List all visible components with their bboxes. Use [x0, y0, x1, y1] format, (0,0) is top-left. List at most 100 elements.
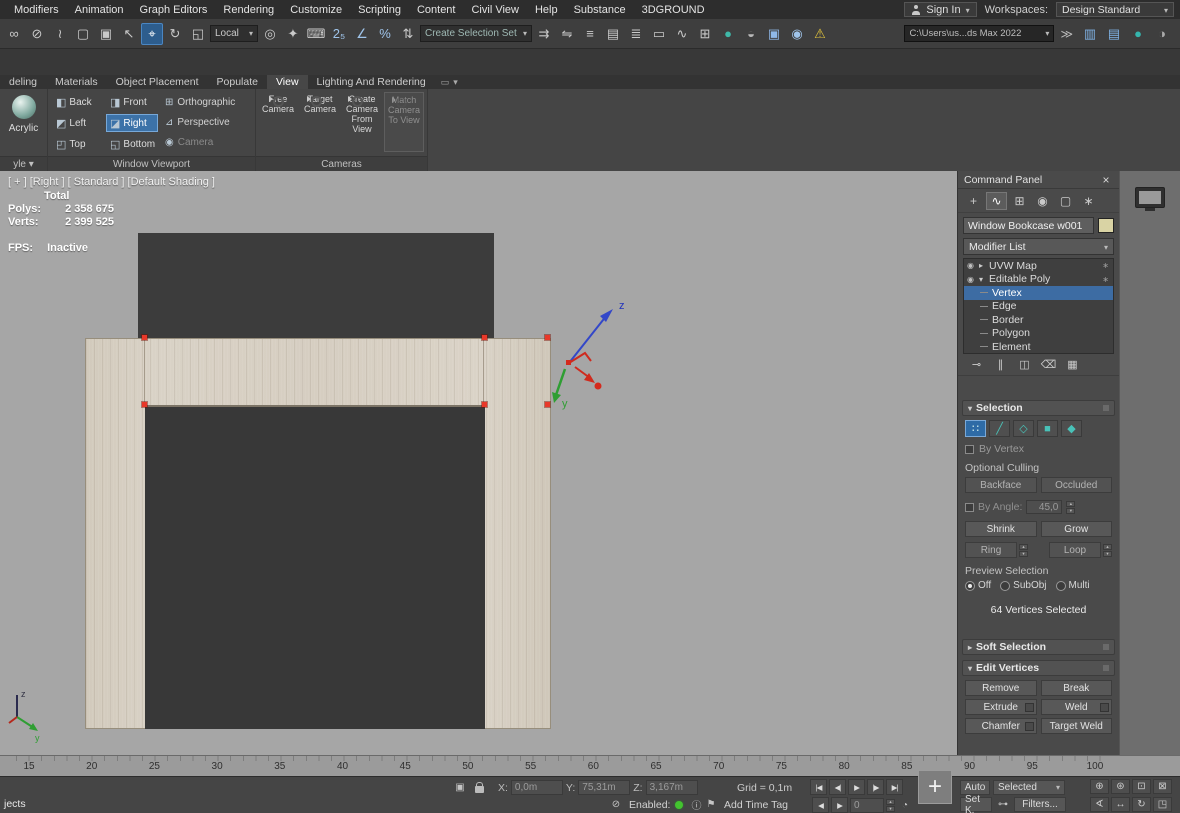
- modifier-stack-row[interactable]: Edge: [964, 300, 1113, 314]
- selected-vertex[interactable]: [482, 402, 487, 407]
- projection-option[interactable]: ◉ Camera: [165, 134, 235, 151]
- next-key-button[interactable]: ▶: [831, 797, 848, 813]
- toolbar-icon[interactable]: ▭: [648, 23, 670, 45]
- occluded-button[interactable]: Occluded: [1041, 477, 1113, 493]
- menu-item[interactable]: Modifiers: [6, 2, 67, 18]
- reference-coordinate-dropdown[interactable]: Local: [210, 25, 258, 42]
- edit-vertices-button[interactable]: Weld: [1041, 699, 1113, 715]
- command-panel-tab[interactable]: +: [963, 192, 984, 210]
- toolbar-icon[interactable]: ▥: [1079, 23, 1101, 45]
- toolbar-icon[interactable]: ↻: [164, 23, 186, 45]
- viewport-label[interactable]: [ + ] [Right ] [ Standard ] [Default Sha…: [8, 176, 215, 188]
- timeline-frame-label[interactable]: 95: [1019, 761, 1045, 772]
- viewport[interactable]: z y z y [ + ] [Right ] [ Standard ] [Def…: [0, 171, 957, 755]
- expander-icon[interactable]: ▸: [979, 261, 987, 270]
- modifier-list-dropdown[interactable]: Modifier List: [963, 238, 1114, 255]
- by-angle-spinner[interactable]: ▴▾: [1066, 501, 1075, 514]
- menu-item[interactable]: Scripting: [350, 2, 409, 18]
- toolbar-icon[interactable]: ●: [1127, 23, 1149, 45]
- projection-option[interactable]: ⊿ Perspective: [165, 114, 235, 131]
- modifier-stack-row[interactable]: Vertex: [964, 286, 1113, 300]
- timeline-frame-label[interactable]: 25: [141, 761, 167, 772]
- subobject-mode-button[interactable]: ∷: [965, 420, 986, 437]
- modifier-stack-row[interactable]: Polygon: [964, 327, 1113, 341]
- playback-button[interactable]: ▶|: [886, 779, 903, 795]
- modifier-stack-row[interactable]: Element: [964, 340, 1113, 354]
- toolbar-icon[interactable]: ⇅: [397, 23, 419, 45]
- by-angle-checkbox[interactable]: [965, 503, 974, 512]
- preview-selection-option[interactable]: Off: [965, 580, 991, 591]
- menu-item[interactable]: Graph Editors: [132, 2, 216, 18]
- command-panel-tab[interactable]: ◉: [1032, 192, 1053, 210]
- timeline-frame-label[interactable]: 60: [580, 761, 606, 772]
- toolbar-icon[interactable]: ✦: [282, 23, 304, 45]
- toolbar-icon[interactable]: ◒: [740, 23, 762, 45]
- set-keys-button[interactable]: +: [918, 770, 952, 804]
- view-direction-button[interactable]: ◱ Bottom: [106, 135, 158, 153]
- stack-tool-icon[interactable]: ▦: [1063, 357, 1082, 373]
- toolbar-icon[interactable]: ∠: [351, 23, 373, 45]
- timeline-frame-label[interactable]: 30: [204, 761, 230, 772]
- visibility-icon[interactable]: [967, 261, 977, 270]
- toolbar-icon[interactable]: ⊘: [26, 23, 48, 45]
- by-vertex-checkbox[interactable]: [965, 445, 974, 454]
- material-sphere-icon[interactable]: [12, 95, 36, 119]
- camera-tool-button[interactable]: Match Camera To View: [384, 92, 424, 152]
- coordinate-value-field[interactable]: 75,31m: [578, 780, 630, 795]
- ring-button[interactable]: Ring: [965, 542, 1017, 558]
- ribbon-tab[interactable]: deling: [0, 75, 46, 89]
- subobject-mode-button[interactable]: ◇: [1013, 420, 1034, 437]
- style-group-label[interactable]: yle ▾: [0, 156, 47, 171]
- timeline-frame-label[interactable]: 20: [79, 761, 105, 772]
- transform-gizmo[interactable]: z y: [535, 291, 650, 426]
- stack-tool-icon[interactable]: ⊸: [967, 357, 986, 373]
- command-panel-tab[interactable]: ⊞: [1009, 192, 1030, 210]
- viewport-nav-icon[interactable]: ⊛: [1111, 779, 1130, 794]
- by-angle-value[interactable]: 45,0: [1026, 500, 1062, 514]
- command-panel-tab[interactable]: ▢: [1055, 192, 1076, 210]
- stack-tool-icon[interactable]: ◫: [1015, 357, 1034, 373]
- project-path-field[interactable]: C:\Users\us...ds Max 2022: [904, 25, 1054, 42]
- toolbar-icon[interactable]: ⌨: [305, 23, 327, 45]
- current-frame-field[interactable]: 0: [850, 798, 884, 813]
- previous-key-button[interactable]: ◀: [812, 797, 829, 813]
- toolbar-icon[interactable]: ≀: [49, 23, 71, 45]
- selected-vertex[interactable]: [142, 402, 147, 407]
- view-direction-button[interactable]: ◰ Top: [52, 135, 104, 153]
- viewport-nav-icon[interactable]: ⊕: [1090, 779, 1109, 794]
- view-direction-button[interactable]: ◨ Front: [106, 93, 158, 111]
- track-bar[interactable]: 1520253035404550556065707580859095100: [0, 755, 1180, 776]
- viewport-nav-icon[interactable]: ⊠: [1153, 779, 1172, 794]
- coordinate-value-field[interactable]: 0,0m: [511, 780, 563, 795]
- selected-vertex[interactable]: [482, 335, 487, 340]
- playback-button[interactable]: |◀: [810, 779, 827, 795]
- edit-vertices-button[interactable]: Remove: [965, 680, 1037, 696]
- time-configuration-icon[interactable]: ◔: [897, 798, 913, 813]
- timeline-frame-label[interactable]: 55: [518, 761, 544, 772]
- radio-icon[interactable]: [1056, 581, 1066, 591]
- toolbar-icon[interactable]: ⊞: [694, 23, 716, 45]
- menu-item[interactable]: 3DGROUND: [634, 2, 713, 18]
- subobject-mode-button[interactable]: ■: [1037, 420, 1058, 437]
- ribbon-tab[interactable]: Object Placement: [107, 75, 208, 89]
- modifier-stack-row[interactable]: ▾ Editable Poly: [964, 273, 1113, 287]
- model-window-opening[interactable]: [145, 405, 485, 729]
- set-key-button[interactable]: Set K.: [960, 797, 992, 812]
- ribbon-control-icon[interactable]: ▭: [441, 77, 450, 88]
- toolbar-icon[interactable]: ◑: [1151, 23, 1173, 45]
- toolbar-icon[interactable]: ↖: [118, 23, 140, 45]
- toolbar-icon[interactable]: ∿: [671, 23, 693, 45]
- timeline-frame-label[interactable]: 45: [392, 761, 418, 772]
- edit-vertices-button[interactable]: Chamfer: [965, 718, 1037, 734]
- edit-vertices-button[interactable]: Break: [1041, 680, 1113, 696]
- visibility-icon[interactable]: [967, 275, 977, 284]
- menu-item[interactable]: Help: [527, 2, 566, 18]
- viewport-nav-icon[interactable]: ∢: [1090, 797, 1109, 812]
- acrylic-label[interactable]: Acrylic: [9, 123, 38, 134]
- key-mode-toggle-icon[interactable]: ⊶: [995, 797, 1011, 812]
- model-upper-panel[interactable]: [138, 233, 494, 345]
- viewport-nav-icon[interactable]: ⊡: [1132, 779, 1151, 794]
- toolbar-icon[interactable]: 2₅: [328, 23, 350, 45]
- projection-option[interactable]: ⊞ Orthographic: [165, 94, 235, 111]
- modifier-stack-row[interactable]: ▸ UVW Map: [964, 259, 1113, 273]
